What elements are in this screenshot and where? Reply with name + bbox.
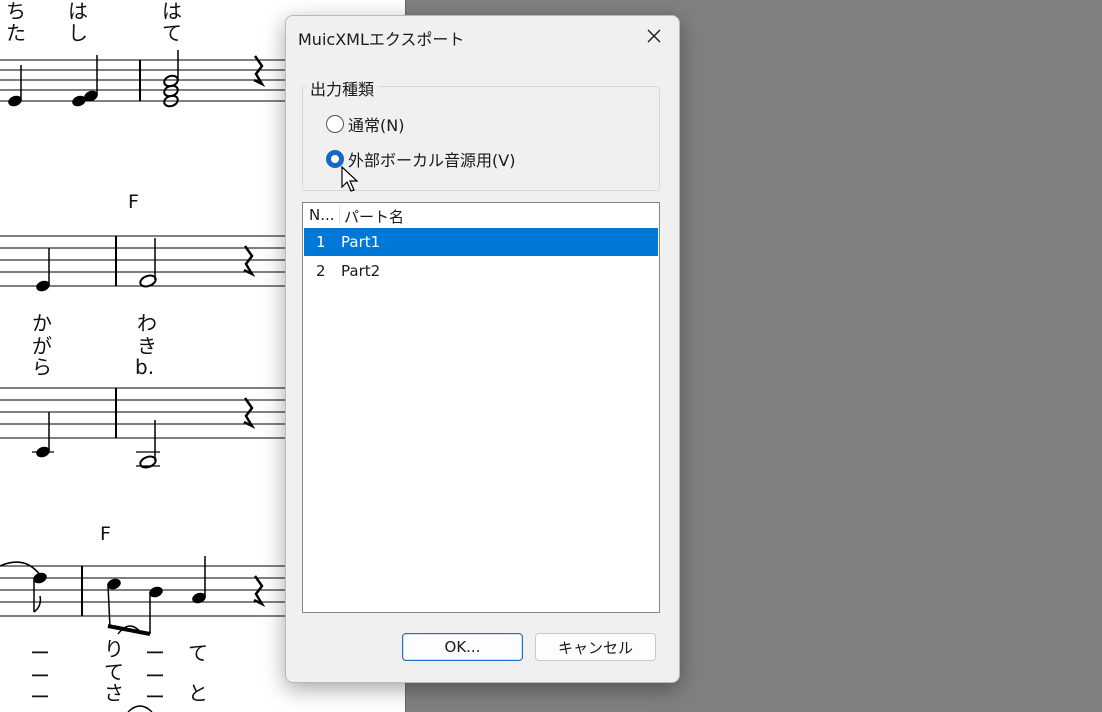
chord-symbol: F [100,523,111,545]
part-number: 1 [316,233,326,251]
close-button[interactable] [634,22,674,50]
lyric: し [68,21,88,45]
lyric: ー [30,641,50,665]
part-list-header: N... パート名 [303,203,659,227]
part-row[interactable]: 1 Part1 [304,228,658,256]
staff-system-1 [0,50,286,108]
chord-symbol: F [128,191,139,213]
lyric: て [162,21,182,45]
mouse-cursor-icon [341,166,359,192]
dialog-title: MuicXMLエクスポート [298,30,465,49]
lyric: さ [104,681,124,705]
lyric: と [188,681,208,705]
radio-normal-label: 通常(N) [348,116,405,135]
lyric: ー [30,685,50,709]
lyric: ち [6,0,26,23]
part-name: Part2 [341,262,381,280]
cancel-button[interactable]: キャンセル [535,633,656,661]
musicxml-export-dialog: MuicXMLエクスポート 出力種類 通常(N) 外部ボーカル音源用(V) N.… [285,15,680,683]
part-number: 2 [316,262,326,280]
lyric: は [68,0,88,23]
lyric: ら [32,355,52,379]
lyric: た [6,21,26,45]
lyric: り [104,637,124,661]
staff-system-2 [0,235,286,292]
radio-normal-indicator[interactable] [326,115,344,133]
lyric: ー [145,641,165,665]
ok-button[interactable]: OK... [402,633,523,661]
dialog-titlebar[interactable]: MuicXMLエクスポート [286,16,679,56]
part-name: Part1 [341,233,381,251]
column-separator[interactable] [339,205,340,225]
staff-system-3 [0,387,286,469]
radio-normal[interactable]: 通常(N) [326,112,404,136]
lyric: て [188,641,208,665]
lyric: は [162,0,182,23]
output-type-label: 出力種類 [306,76,379,100]
column-header-part-name[interactable]: パート名 [344,206,404,227]
column-header-number[interactable]: N... [309,206,337,224]
lyric: わ [137,311,157,335]
part-list[interactable]: N... パート名 1 Part1 2 Part2 [302,202,660,613]
radio-vocal-label: 外部ボーカル音源用(V) [348,151,516,170]
lyric: か [32,311,52,335]
close-icon [647,29,661,43]
lyric: b. [135,355,154,379]
lyric: ー [145,685,165,709]
part-row[interactable]: 2 Part2 [304,257,658,285]
